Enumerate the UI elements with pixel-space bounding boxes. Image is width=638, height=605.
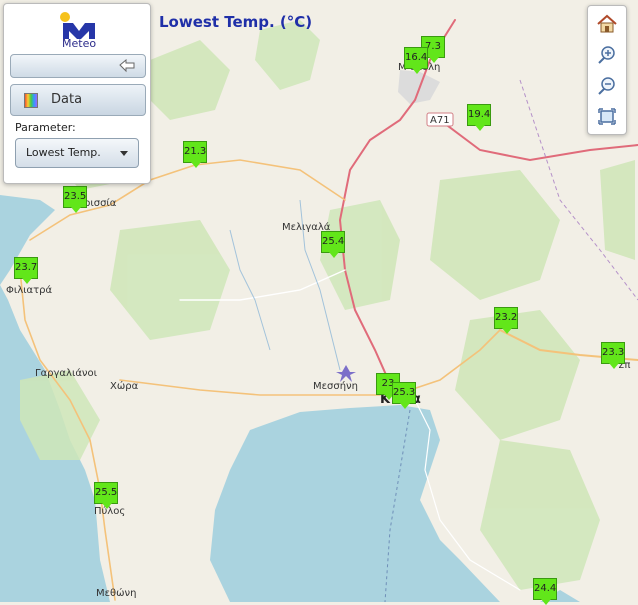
- station-marker[interactable]: 25.4: [321, 231, 345, 258]
- station-marker[interactable]: 23.2: [494, 307, 518, 334]
- home-icon: [597, 14, 617, 33]
- station-marker[interactable]: 25.5: [94, 482, 118, 509]
- zoom-in-button[interactable]: [594, 43, 620, 67]
- station-marker[interactable]: 16.4: [404, 47, 428, 74]
- place-label-kyparissia: ρισσία: [84, 198, 117, 209]
- station-marker[interactable]: 25.3: [392, 382, 416, 409]
- color-scale-icon: [24, 93, 38, 108]
- chevron-down-icon: [120, 151, 128, 156]
- station-marker[interactable]: 21.3: [183, 141, 207, 168]
- station-marker[interactable]: 19.4: [467, 104, 491, 131]
- place-label-gargalianoi: Γαργαλιάνοι: [35, 368, 98, 379]
- parameter-select-value: Lowest Temp.: [26, 146, 101, 159]
- station-marker[interactable]: 23.7: [14, 257, 38, 284]
- fit-extent-icon: [598, 108, 616, 125]
- zoom-in-icon: [598, 46, 615, 64]
- road-label: A71: [430, 115, 450, 126]
- zoom-out-button[interactable]: [594, 74, 620, 98]
- control-panel: Meteo Data Parameter: Lowest Temp.: [3, 3, 151, 184]
- station-marker[interactable]: 23.3: [601, 342, 625, 369]
- station-marker[interactable]: 24.4: [533, 578, 557, 605]
- home-button[interactable]: [594, 12, 620, 36]
- hand-pointer-icon: [119, 59, 135, 73]
- parameter-label: Parameter:: [15, 121, 76, 134]
- map-toolbar: [587, 5, 627, 135]
- fit-extent-button[interactable]: [594, 105, 620, 129]
- zoom-out-icon: [598, 77, 615, 95]
- data-button-label: Data: [51, 92, 83, 107]
- data-button[interactable]: Data: [10, 84, 146, 116]
- collapse-panel-button[interactable]: [10, 54, 146, 78]
- station-marker[interactable]: 23.5: [63, 186, 87, 213]
- place-label-methoni: Μεθώνη: [96, 588, 137, 599]
- map-title: Lowest Temp. (°C): [159, 13, 313, 31]
- place-label-messini: Μεσσήνη: [313, 381, 358, 392]
- parameter-select[interactable]: Lowest Temp.: [15, 138, 139, 168]
- logo-text: Meteo: [62, 37, 97, 50]
- place-label-chora: Χώρα: [110, 381, 139, 392]
- place-label-filiatra: Φιλιατρά: [6, 285, 53, 296]
